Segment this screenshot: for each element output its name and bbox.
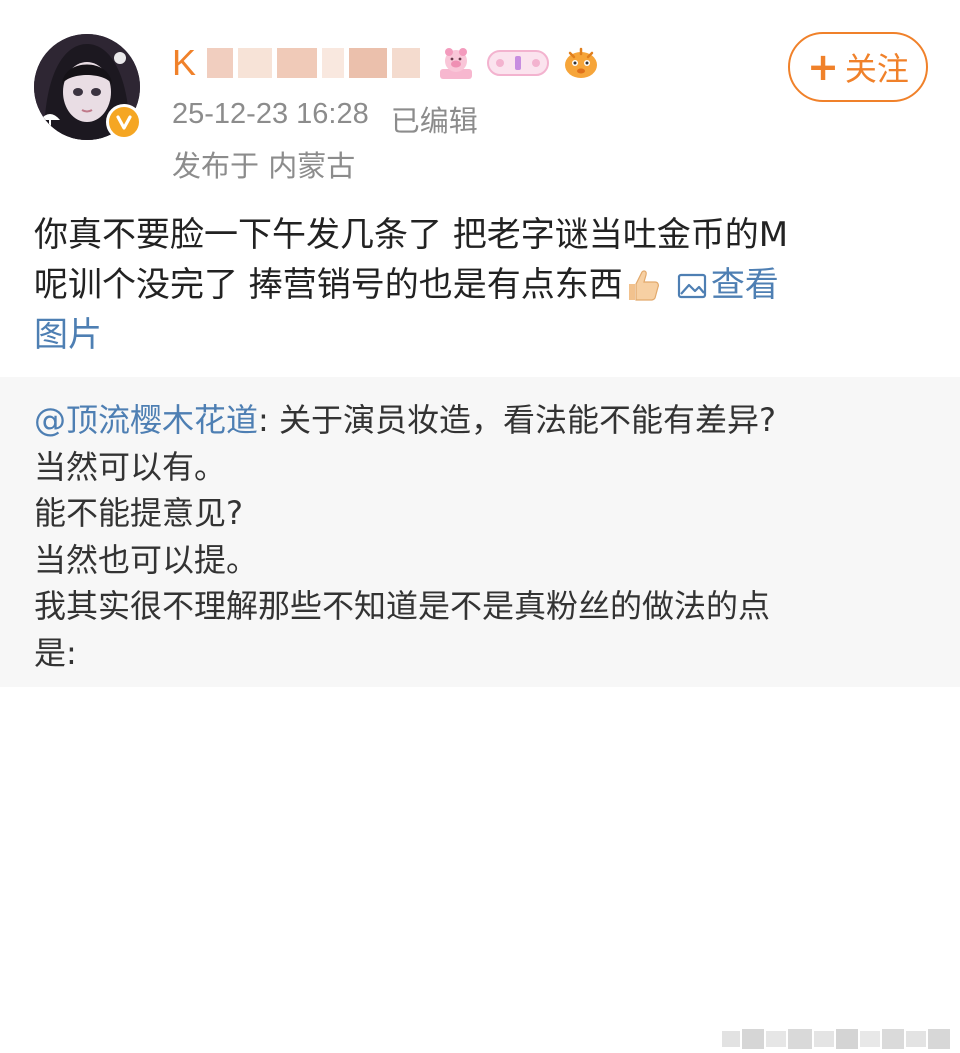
edited-label[interactable]: 已编辑 [391, 98, 478, 140]
post-meta: 25-12-23 16:28 已编辑 [172, 98, 478, 140]
post-line: 你真不要脸一下午发几条了 把老字谜当吐金币的M [34, 215, 789, 255]
author-name-mosaic [207, 48, 421, 78]
pig-badge-icon [440, 48, 473, 79]
reposted-line: 当然可以有。 [34, 447, 227, 486]
reposted-line: 是: [34, 633, 77, 672]
post-timestamp: 25-12-23 16:28 [172, 98, 369, 130]
reposted-first-line-text: : 关于演员妆造，看法能不能有差异? [258, 401, 776, 439]
post-location: 发布于 内蒙古 [172, 149, 356, 183]
reposted-line: 当然也可以提。 [34, 540, 259, 579]
reposted-first-line: @顶流樱木花道: 关于演员妆造，看法能不能有差异? [34, 397, 934, 444]
post-body: 你真不要脸一下午发几条了 把老字谜当吐金币的M 呢训个没完了 捧营销号的也是有点… [34, 210, 934, 360]
watermark-mosaic [722, 1029, 950, 1049]
author-name-prefix[interactable]: K [172, 42, 197, 84]
post-line: 呢训个没完了 捧营销号的也是有点东西 [34, 265, 623, 305]
reposted-line: 能不能提意见? [34, 494, 243, 532]
reposted-text: @顶流樱木花道: 关于演员妆造，看法能不能有差异? 当然可以有。 能不能提意见?… [34, 397, 934, 676]
view-image-link-wrap[interactable]: 图片 [34, 310, 934, 360]
mention-link[interactable]: @顶流樱木花道 [34, 401, 258, 439]
image-icon [677, 273, 706, 299]
thumbs-up-icon [628, 270, 659, 301]
post-header: K 25-12-23 16:28 已编辑 发布于 内蒙古 + 关注 [0, 0, 960, 195]
view-image-label[interactable]: 查看 [711, 265, 779, 305]
verified-v-icon [106, 104, 142, 140]
plus-icon: + [807, 45, 839, 89]
follow-button[interactable]: + 关注 [788, 32, 928, 102]
reposted-content[interactable]: @顶流樱木花道: 关于演员妆造，看法能不能有差异? 当然可以有。 能不能提意见?… [0, 377, 960, 1049]
post-line-with-link: 呢训个没完了 捧营销号的也是有点东西 查看 [34, 260, 934, 310]
pufferfish-badge-icon [565, 47, 598, 78]
view-image-link[interactable]: 查看 [665, 265, 779, 305]
author-name[interactable]: K [172, 40, 602, 86]
reposted-line: 我其实很不理解那些不知道是不是真粉丝的做法的点 [34, 587, 771, 625]
follow-button-label: 关注 [844, 50, 909, 88]
pill-badge-icon [487, 50, 550, 76]
